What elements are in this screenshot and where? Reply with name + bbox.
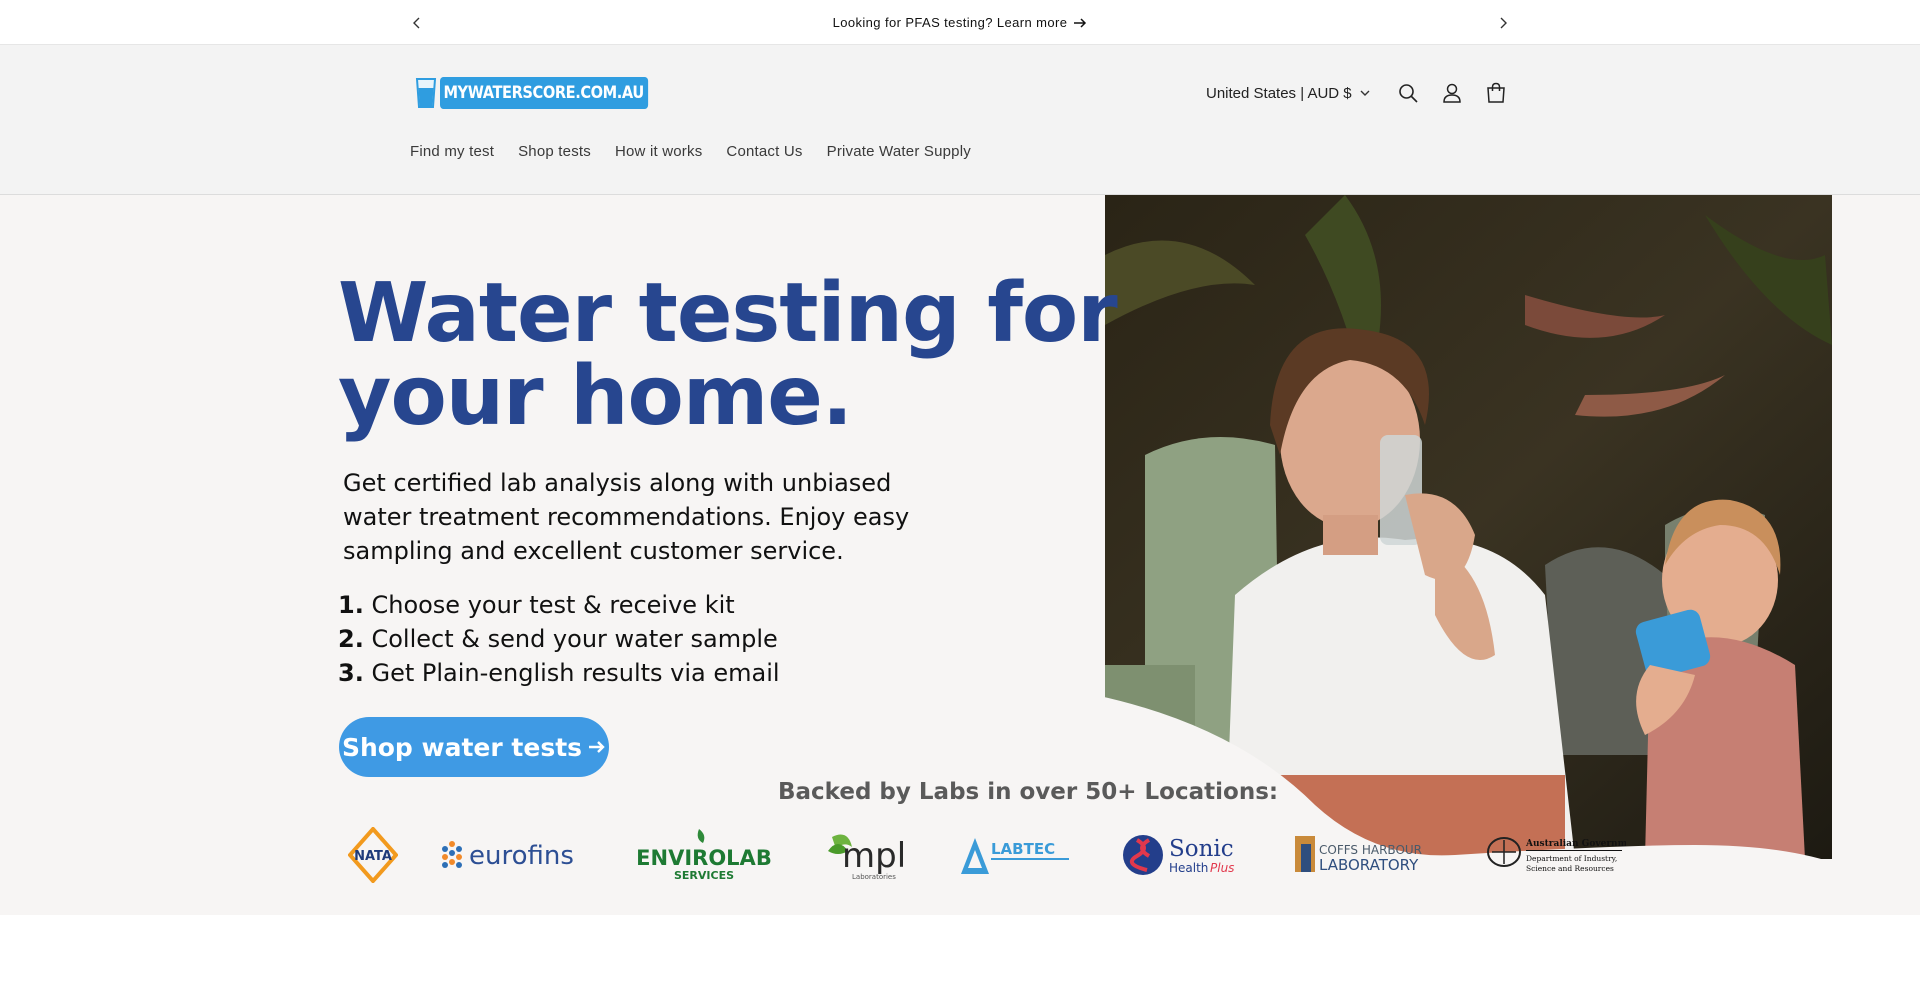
arrow-right-icon	[589, 741, 605, 753]
labtec-logo: LABTEC	[959, 825, 1074, 885]
svg-text:LABTEC: LABTEC	[991, 840, 1055, 858]
hero-headline: Water testing for your home.	[338, 266, 1118, 444]
step-text: Choose your test & receive kit	[371, 591, 735, 619]
nav-item-contact-us[interactable]: Contact Us	[714, 143, 814, 160]
hero-subtext-line1: Get certified lab analysis along with un…	[343, 469, 892, 497]
nav-item-find-my-test[interactable]: Find my test	[398, 143, 506, 160]
step-number: 3.	[338, 659, 364, 687]
svg-text:NATA: NATA	[354, 849, 392, 864]
hero-subtext-line2: water treatment recommendations. Enjoy e…	[343, 503, 910, 531]
eurofins-logo: eurofins	[437, 825, 592, 885]
header-actions: United States | AUD $	[1206, 75, 1518, 111]
page-below-hero	[0, 915, 1920, 993]
cart-icon[interactable]	[1474, 75, 1518, 111]
svg-text:Science and Resources: Science and Resources	[1526, 864, 1614, 873]
account-icon[interactable]	[1430, 75, 1474, 111]
svg-text:COFFS HARBOUR: COFFS HARBOUR	[1319, 843, 1422, 857]
arrow-right-icon	[1074, 17, 1087, 28]
hero-headline-line1: Water testing for	[338, 266, 1118, 361]
svg-text:Health: Health	[1169, 861, 1208, 875]
announcement-message: Looking for PFAS testing? Learn more	[0, 0, 1920, 45]
shop-water-tests-button[interactable]: Shop water tests	[339, 717, 609, 777]
svg-text:eurofins: eurofins	[469, 841, 574, 871]
svg-text:LABORATORY: LABORATORY	[1319, 856, 1419, 874]
step-text: Collect & send your water sample	[371, 625, 778, 653]
announcement-link[interactable]: Looking for PFAS testing? Learn more	[833, 15, 1088, 30]
mpl-logo: mpl Laboratories	[822, 825, 914, 885]
svg-text:Australian Government: Australian Government	[1525, 839, 1626, 849]
hero-subtext: Get certified lab analysis along with un…	[343, 466, 923, 568]
chevron-down-icon	[1360, 90, 1370, 96]
hero-subtext-line3: sampling and excellent customer service.	[343, 537, 844, 565]
site-header: MYWATERSCORE.COM.AU United States | AUD …	[0, 45, 1920, 195]
svg-text:Laboratories: Laboratories	[852, 873, 896, 881]
svg-text:Sonic: Sonic	[1169, 836, 1234, 862]
coffs-harbour-laboratory-logo: COFFS HARBOUR LABORATORY	[1293, 825, 1443, 885]
envirolab-logo: ENVIROLAB SERVICES	[637, 825, 772, 885]
nav-item-private-water-supply[interactable]: Private Water Supply	[815, 143, 983, 160]
hero-section: Water testing for your home. Get certifi…	[0, 195, 1920, 915]
water-glass-icon	[415, 78, 437, 108]
chevron-right-icon[interactable]	[1493, 13, 1513, 33]
nav-item-shop-tests[interactable]: Shop tests	[506, 143, 603, 160]
step-text: Get Plain-english results via email	[371, 659, 780, 687]
main-nav: Find my test Shop tests How it works Con…	[398, 143, 983, 160]
shop-water-tests-label: Shop water tests	[341, 732, 583, 762]
announcement-bar: Looking for PFAS testing? Learn more	[0, 0, 1920, 45]
lab-logos-row: NATA eurofins ENVIROLAB SERVICES mpl Lab…	[0, 825, 1920, 885]
nav-item-how-it-works[interactable]: How it works	[603, 143, 714, 160]
svg-text:Plus: Plus	[1210, 861, 1234, 875]
svg-text:SERVICES: SERVICES	[674, 869, 734, 882]
search-icon[interactable]	[1386, 75, 1430, 111]
nata-logo: NATA	[348, 825, 398, 885]
backed-by-heading: Backed by Labs in over 50+ Locations:	[778, 779, 1279, 805]
step-item: 1. Choose your test & receive kit	[338, 588, 780, 622]
logo-wordmark: MYWATERSCORE.COM.AU	[440, 77, 649, 109]
country-selector-label: United States | AUD $	[1206, 84, 1352, 102]
hero-steps: 1. Choose your test & receive kit 2. Col…	[338, 588, 780, 690]
svg-text:Department of Industry,: Department of Industry,	[1526, 854, 1617, 863]
svg-text:mpl: mpl	[842, 836, 906, 876]
announcement-text[interactable]: Looking for PFAS testing? Learn more	[833, 15, 1068, 30]
hero-headline-line2: your home.	[338, 349, 853, 444]
australian-government-logo: Australian Government Department of Indu…	[1486, 825, 1626, 885]
site-logo[interactable]: MYWATERSCORE.COM.AU	[415, 77, 682, 109]
step-item: 3. Get Plain-english results via email	[338, 656, 780, 690]
sonic-healthplus-logo: Sonic Health Plus	[1123, 825, 1243, 885]
step-number: 2.	[338, 625, 364, 653]
svg-text:ENVIROLAB: ENVIROLAB	[637, 846, 772, 870]
country-selector[interactable]: United States | AUD $	[1206, 85, 1370, 102]
step-item: 2. Collect & send your water sample	[338, 622, 780, 656]
step-number: 1.	[338, 591, 364, 619]
